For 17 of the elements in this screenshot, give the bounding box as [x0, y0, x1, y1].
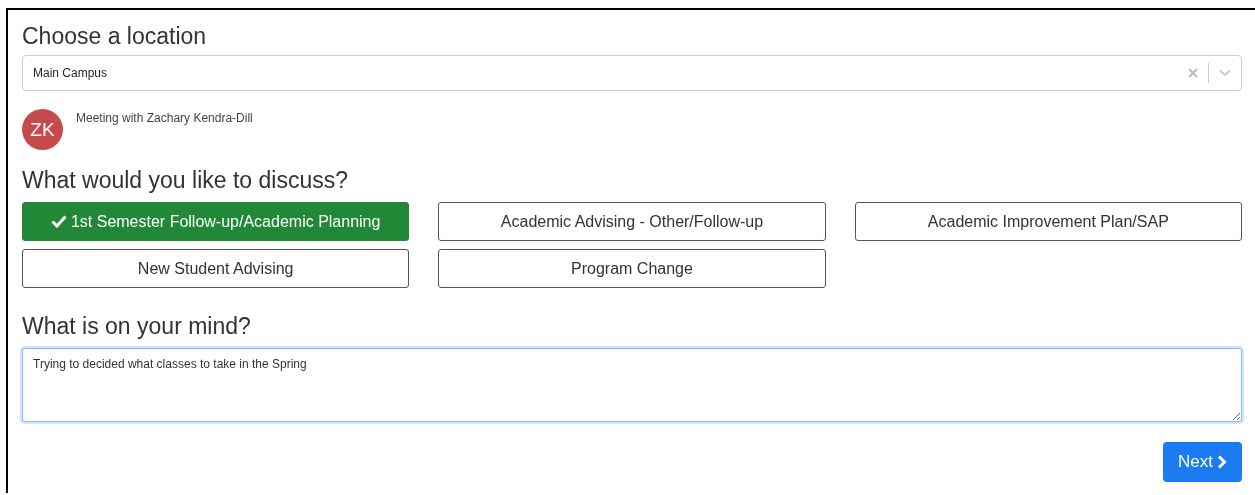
checkmark-icon — [50, 215, 67, 228]
next-button[interactable]: Next — [1163, 442, 1242, 482]
topic-option-button[interactable]: New Student Advising — [22, 249, 410, 288]
location-select[interactable]: Main Campus — [22, 55, 1242, 91]
chevron-down-icon[interactable] — [1219, 69, 1231, 77]
clear-icon[interactable] — [1188, 68, 1198, 78]
meeting-text: Meeting with Zachary Kendra-Dill — [76, 111, 253, 125]
topic-option-button[interactable]: Program Change — [438, 249, 826, 288]
message-field[interactable]: Trying to decided what classes to take in the Spring — [22, 348, 1242, 422]
topic-option-button[interactable]: Academic Advising - Other/Follow-up — [438, 202, 826, 241]
topic-option-button[interactable]: 1st Semester Follow-up/Academic Planning — [22, 202, 410, 241]
section-heading: Choose a location — [22, 22, 207, 50]
topic-option-button[interactable]: Academic Improvement Plan/SAP — [854, 202, 1242, 241]
avatar-initials: ZK — [22, 109, 63, 150]
chevron-right-icon — [1217, 455, 1227, 469]
section-heading: What is on your mind? — [22, 312, 251, 340]
section-heading: What would you like to discuss? — [22, 166, 348, 194]
